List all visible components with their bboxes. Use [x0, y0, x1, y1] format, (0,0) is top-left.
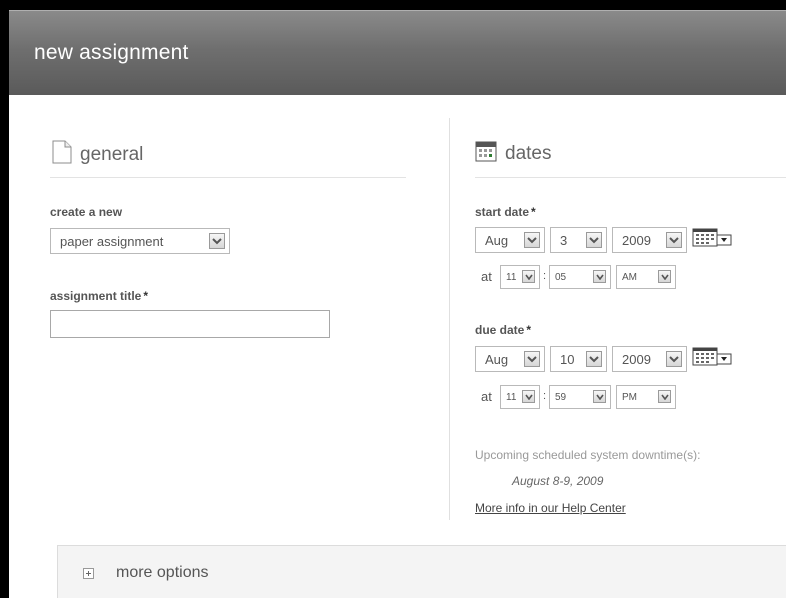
document-icon: [52, 140, 72, 169]
start-minute-select[interactable]: 05: [549, 265, 611, 289]
required-mark: *: [143, 289, 149, 303]
chevron-down-icon[interactable]: [524, 351, 540, 367]
start-date-picker-icon[interactable]: [692, 228, 734, 253]
due-minute-select[interactable]: 59: [549, 385, 611, 409]
assignment-type-select[interactable]: paper assignment: [50, 228, 230, 254]
due-ampm-select[interactable]: PM: [616, 385, 676, 409]
downtime-heading: Upcoming scheduled system downtime(s):: [475, 448, 701, 462]
chevron-down-icon[interactable]: [522, 270, 535, 283]
due-month-select[interactable]: Aug: [475, 346, 545, 372]
due-year-select[interactable]: 2009: [612, 346, 687, 372]
chevron-down-icon[interactable]: [658, 390, 671, 403]
more-options-label[interactable]: more options: [116, 564, 209, 582]
start-ampm-select[interactable]: AM: [616, 265, 676, 289]
chevron-down-icon[interactable]: [586, 351, 602, 367]
dates-section-title: dates: [505, 142, 552, 164]
chevron-down-icon[interactable]: [586, 232, 602, 248]
general-section-header: general: [52, 140, 143, 169]
chevron-down-icon[interactable]: [524, 232, 540, 248]
chevron-down-icon[interactable]: [666, 351, 682, 367]
page-title: new assignment: [34, 41, 189, 64]
general-section-title: general: [80, 143, 144, 165]
chevron-down-icon[interactable]: [666, 232, 682, 248]
dates-section-header: dates: [475, 140, 551, 167]
chevron-down-icon[interactable]: [522, 390, 535, 403]
start-at-label: at: [481, 269, 492, 284]
window-frame-top: [0, 0, 786, 10]
chevron-down-icon[interactable]: [658, 270, 671, 283]
chevron-down-icon[interactable]: [593, 390, 606, 403]
dates-divider: [475, 177, 786, 178]
due-date-picker-icon[interactable]: [692, 347, 734, 372]
expand-plus-icon[interactable]: [83, 568, 94, 579]
due-time-colon: :: [543, 390, 547, 402]
due-date-label: due date *: [475, 323, 532, 337]
start-hour-select[interactable]: 11: [500, 265, 540, 289]
assignment-type-value: paper assignment: [60, 233, 164, 249]
start-year-select[interactable]: 2009: [612, 227, 687, 253]
more-options-panel[interactable]: more options: [57, 545, 786, 598]
downtime-date: August 8-9, 2009: [512, 474, 604, 488]
due-day-select[interactable]: 10: [550, 346, 607, 372]
start-time-colon: :: [543, 270, 547, 282]
calendar-icon: [475, 140, 497, 167]
assignment-title-label: assignment title *: [50, 289, 149, 303]
due-hour-select[interactable]: 11: [500, 385, 540, 409]
start-date-label: start date *: [475, 205, 536, 219]
general-divider: [50, 177, 406, 178]
help-center-link[interactable]: More info in our Help Center: [475, 501, 626, 515]
start-day-select[interactable]: 3: [550, 227, 607, 253]
chevron-down-icon[interactable]: [209, 233, 225, 249]
column-divider: [449, 118, 450, 520]
page-header: new assignment: [9, 10, 786, 95]
due-at-label: at: [481, 389, 492, 404]
chevron-down-icon[interactable]: [593, 270, 606, 283]
start-month-select[interactable]: Aug: [475, 227, 545, 253]
create-new-label: create a new: [50, 205, 123, 219]
window-frame-left: [0, 0, 9, 598]
assignment-title-input[interactable]: [50, 310, 330, 338]
